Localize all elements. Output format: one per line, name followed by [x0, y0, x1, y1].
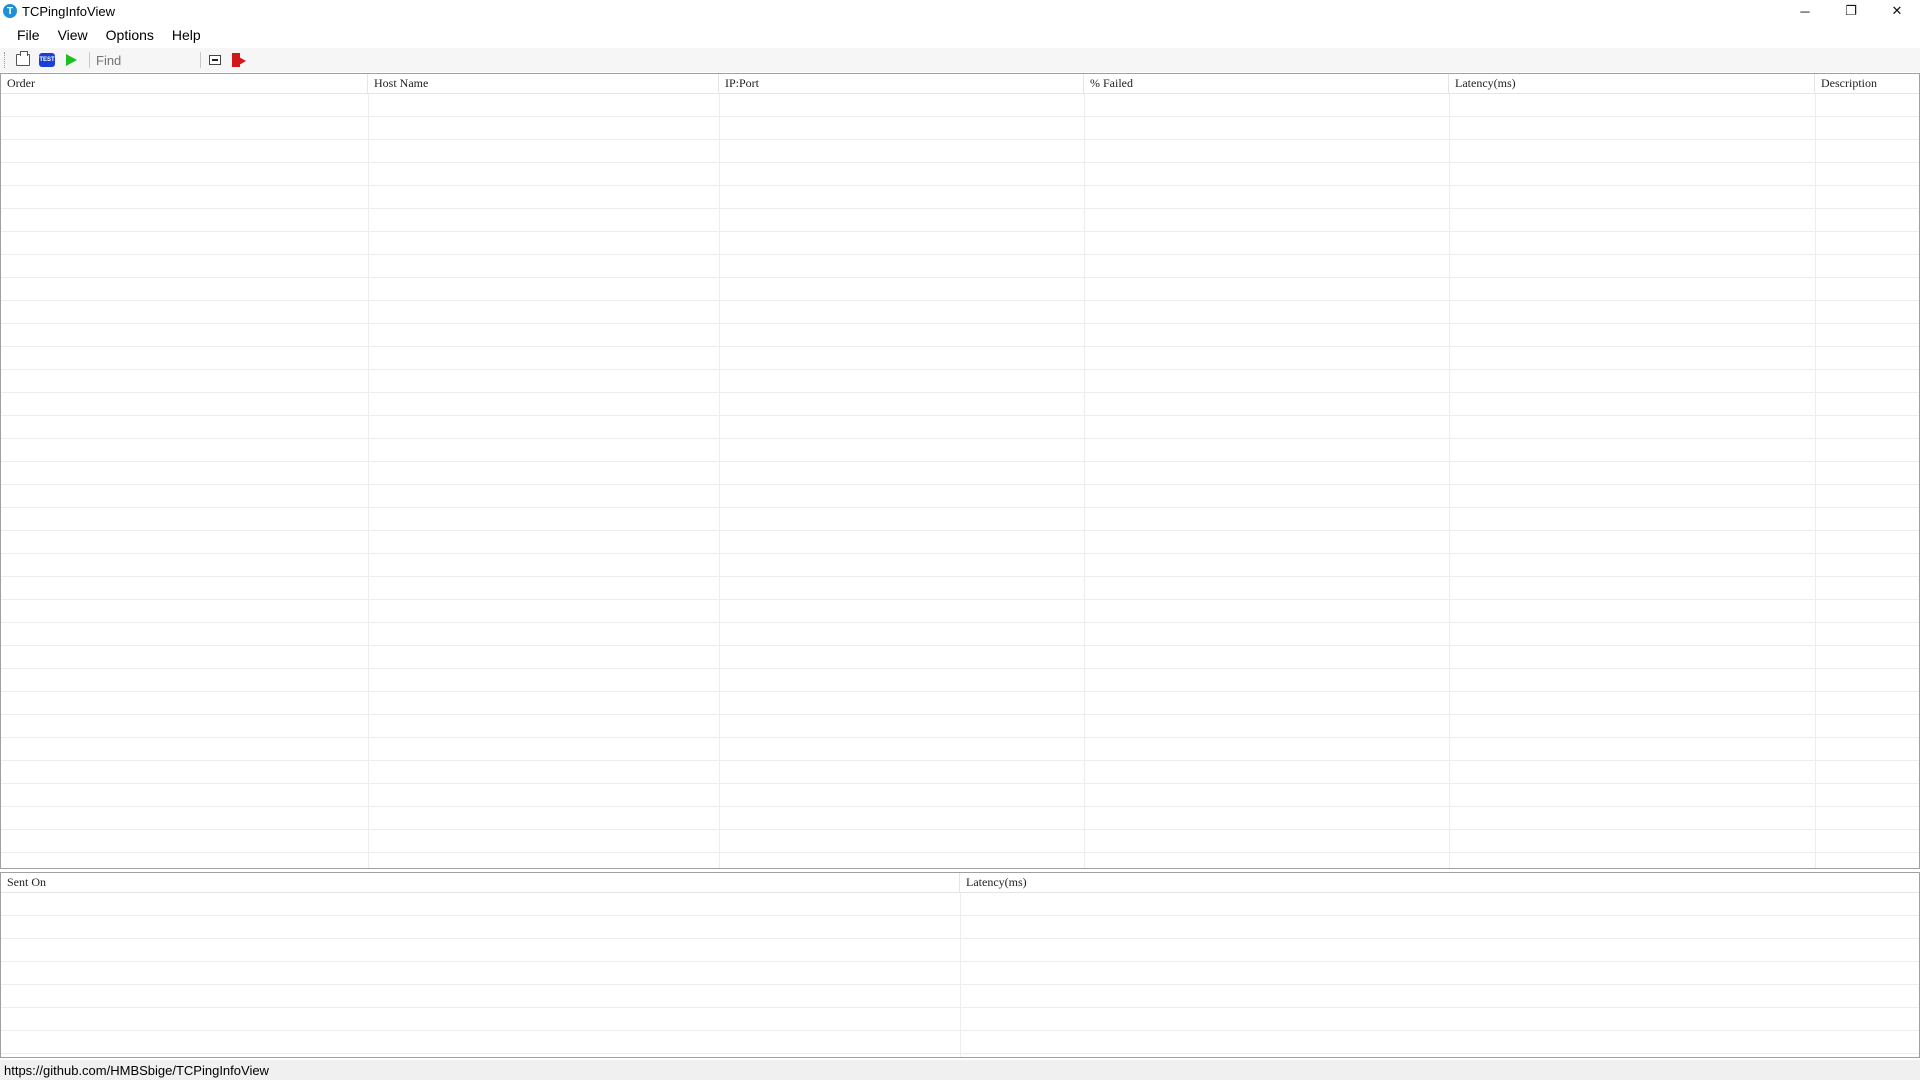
host-list-rows [1, 94, 1919, 868]
menu-file[interactable]: File [8, 22, 49, 48]
window-title: TCPingInfoView [22, 3, 115, 19]
open-file-icon [16, 51, 30, 66]
start-play-icon [65, 54, 77, 66]
column-header-failed[interactable]: % Failed [1084, 74, 1449, 93]
toolbar: TEST [0, 48, 1920, 72]
close-button[interactable]: ✕ [1874, 0, 1920, 22]
host-list-header: Order Host Name IP:Port % Failed Latency… [1, 74, 1919, 94]
status-bar: https://github.com/HMBSbige/TCPingInfoVi… [0, 1060, 1920, 1080]
window-controls: ─ ❐ ✕ [1782, 0, 1920, 22]
test-button[interactable]: TEST [37, 50, 57, 70]
exit-icon [232, 53, 246, 67]
host-list[interactable]: Order Host Name IP:Port % Failed Latency… [0, 73, 1920, 869]
column-header-ip-port[interactable]: IP:Port [719, 74, 1084, 93]
menu-bar: File View Options Help [0, 22, 1920, 48]
title-bar: T TCPingInfoView ─ ❐ ✕ [0, 0, 1920, 22]
ping-history-header: Sent On Latency(ms) [1, 873, 1919, 893]
start-button[interactable] [61, 50, 81, 70]
minimize-box-button[interactable] [205, 50, 225, 70]
minimize-button[interactable]: ─ [1782, 0, 1828, 22]
menu-help[interactable]: Help [163, 22, 210, 48]
column-header-order[interactable]: Order [1, 74, 368, 93]
column-header-latency[interactable]: Latency(ms) [1449, 74, 1815, 93]
status-link[interactable]: https://github.com/HMBSbige/TCPingInfoVi… [4, 1063, 269, 1078]
column-header-history-latency[interactable]: Latency(ms) [960, 873, 1919, 892]
restore-button[interactable]: ❐ [1828, 0, 1874, 22]
menu-view[interactable]: View [49, 22, 97, 48]
menu-options[interactable]: Options [97, 22, 163, 48]
exit-button[interactable] [229, 50, 249, 70]
toolbar-grip[interactable] [4, 52, 7, 68]
open-file-button[interactable] [13, 50, 33, 70]
find-input[interactable] [94, 51, 196, 69]
column-header-sent-on[interactable]: Sent On [1, 873, 960, 892]
toolbar-separator [200, 52, 201, 68]
ping-history-list[interactable]: Sent On Latency(ms) [0, 872, 1920, 1058]
toolbar-separator [89, 52, 90, 68]
test-icon: TEST [39, 53, 55, 67]
column-header-host-name[interactable]: Host Name [368, 74, 719, 93]
app-icon: T [3, 4, 17, 18]
minimize-box-icon [209, 55, 221, 65]
column-header-description[interactable]: Description [1815, 74, 1919, 93]
